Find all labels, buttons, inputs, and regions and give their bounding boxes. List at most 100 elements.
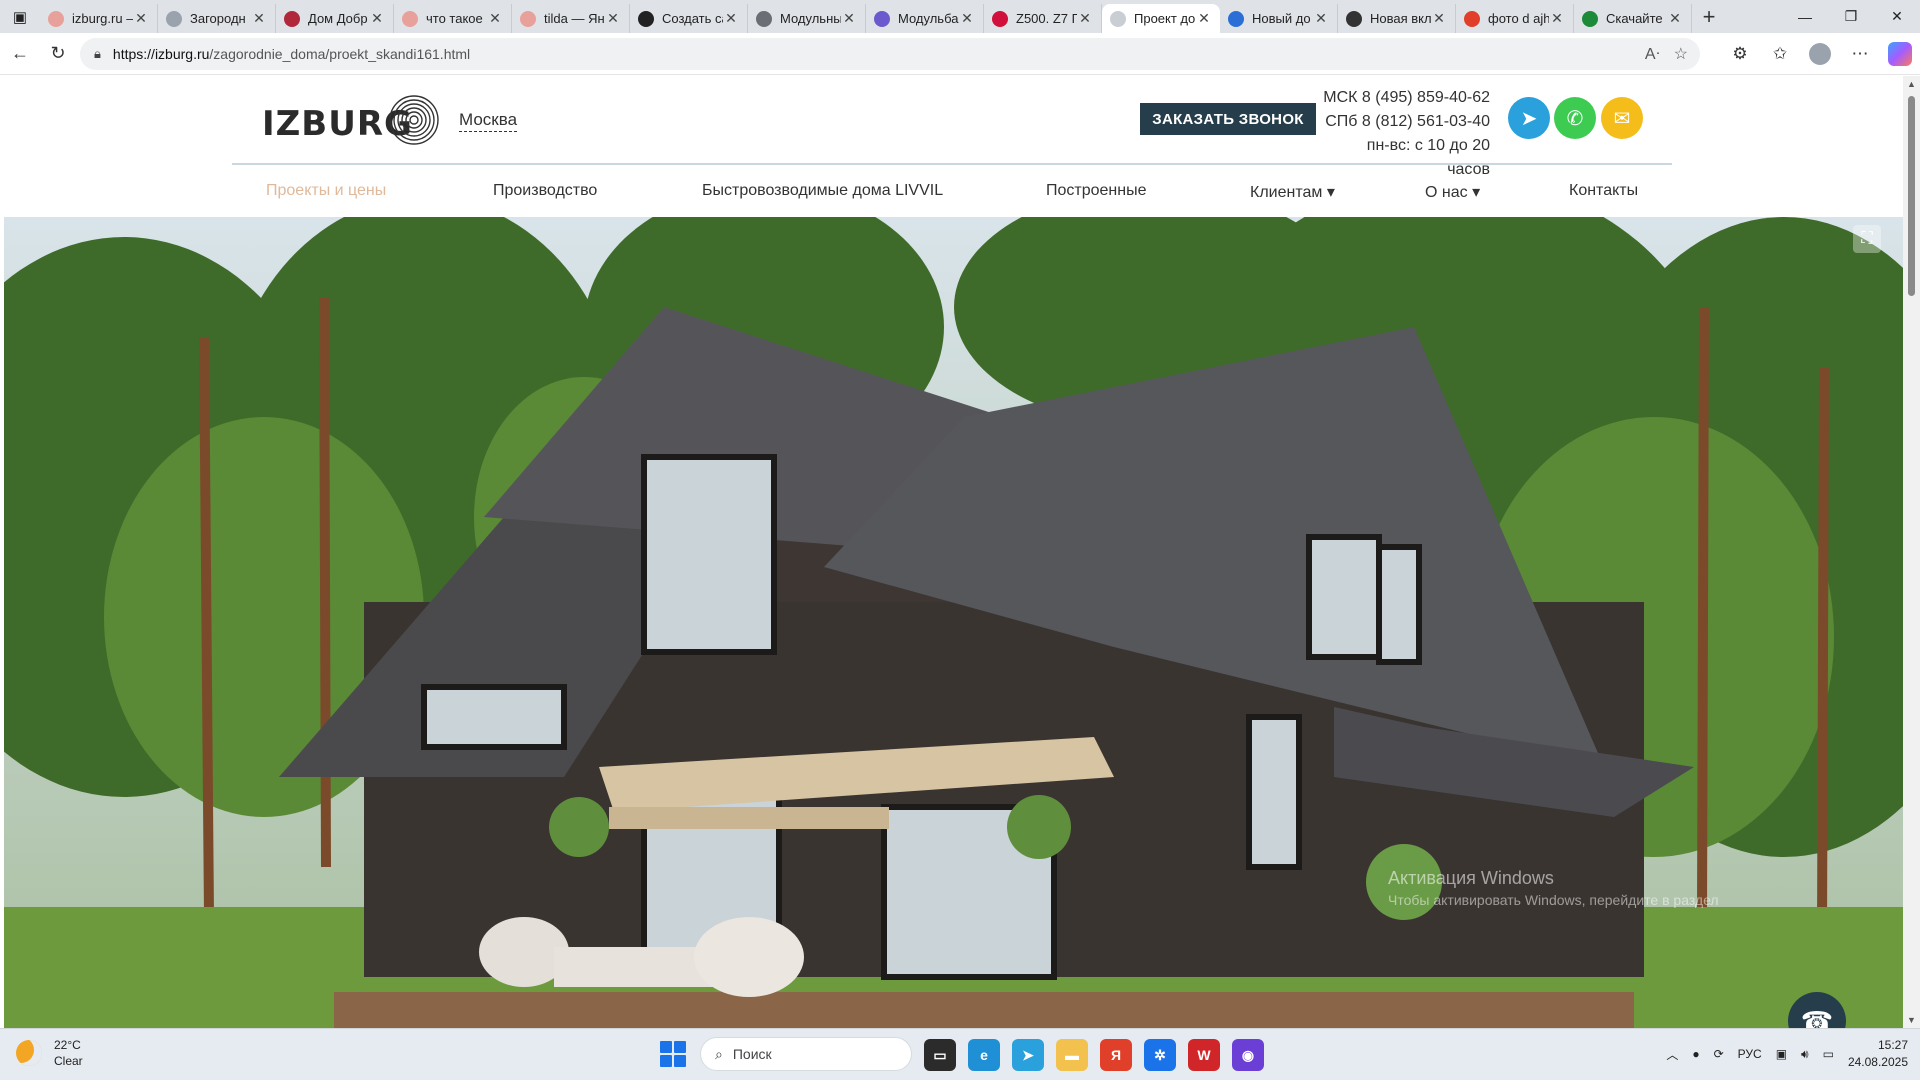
- language-indicator[interactable]: РУС: [1738, 1047, 1762, 1061]
- tab-favicon-icon: [756, 10, 772, 27]
- tab-close-icon[interactable]: ✕: [723, 10, 739, 27]
- browser-tab[interactable]: фото d ajh ✕: [1456, 4, 1574, 33]
- copilot-icon[interactable]: [1888, 42, 1912, 66]
- windows-activation-text: Чтобы активировать Windows, перейдите в …: [1388, 892, 1719, 908]
- network-icon[interactable]: ▣: [1776, 1047, 1787, 1061]
- browser-tab[interactable]: что такое ✕: [394, 4, 512, 33]
- browser-tab[interactable]: Дом Добр ✕: [276, 4, 394, 33]
- minimize-icon[interactable]: —: [1782, 0, 1828, 33]
- whatsapp-icon[interactable]: ✆: [1554, 97, 1596, 139]
- tab-close-icon[interactable]: ✕: [1313, 10, 1329, 27]
- wps-office-icon[interactable]: W: [1188, 1039, 1220, 1071]
- weather-widget[interactable]: 22°C Clear: [16, 1037, 83, 1069]
- web-page: IZBURG Москва ЗАКАЗАТЬ ЗВОНОК МСК 8 (495…: [0, 76, 1903, 1028]
- restore-icon[interactable]: ❐: [1828, 0, 1874, 33]
- favorites-icon[interactable]: ✩: [1760, 38, 1800, 70]
- telegram-app-icon[interactable]: ➤: [1012, 1039, 1044, 1071]
- tab-close-icon[interactable]: ✕: [487, 10, 503, 27]
- tab-label: фото d ajh: [1488, 11, 1549, 26]
- favorite-star-icon[interactable]: ☆: [1674, 44, 1688, 64]
- nav-livvil[interactable]: Быстровозводимые дома LIVVIL: [702, 182, 943, 200]
- start-button[interactable]: [660, 1041, 686, 1067]
- tray-sync-icon[interactable]: ⟳: [1714, 1047, 1724, 1061]
- system-tray: ︿ ● ⟳ РУС ▣ 🔊︎ ▭ 15:27 24.08.2025: [1666, 1037, 1908, 1071]
- nav-production[interactable]: Производство: [493, 182, 597, 200]
- tab-close-icon[interactable]: ✕: [1667, 10, 1683, 27]
- browser-tab[interactable]: Z500. Z7 П ✕: [984, 4, 1102, 33]
- phone-msk[interactable]: МСК 8 (495) 859-40-62: [1320, 86, 1490, 110]
- weather-condition: Clear: [54, 1054, 83, 1068]
- task-view-icon[interactable]: ▭: [924, 1039, 956, 1071]
- telegram-icon[interactable]: ➤: [1508, 97, 1550, 139]
- tab-actions-menu-icon[interactable]: ▣: [0, 0, 40, 33]
- phone-spb[interactable]: СПб 8 (812) 561-03-40: [1320, 110, 1490, 134]
- browser-tab[interactable]: Скачайте ✕: [1574, 4, 1692, 33]
- battery-icon[interactable]: ▭: [1823, 1047, 1834, 1061]
- tab-label: Загородн: [190, 11, 246, 26]
- browser-tab[interactable]: izburg.ru – ✕: [40, 4, 158, 33]
- file-explorer-icon[interactable]: ▬: [1056, 1039, 1088, 1071]
- yandex-browser-icon[interactable]: Я: [1100, 1039, 1132, 1071]
- page-scrollbar[interactable]: ▲ ▼: [1903, 76, 1920, 1028]
- back-button[interactable]: ←: [2, 36, 38, 72]
- tab-close-icon[interactable]: ✕: [959, 10, 975, 27]
- browser-tab[interactable]: Модульны ✕: [748, 4, 866, 33]
- tab-close-icon[interactable]: ✕: [1077, 10, 1093, 27]
- browser-tab[interactable]: Новый до ✕: [1220, 4, 1338, 33]
- nav-built[interactable]: Построенные: [1046, 182, 1147, 200]
- browser-tab[interactable]: tilda — Ян ✕: [512, 4, 630, 33]
- tab-favicon-icon: [284, 10, 300, 27]
- browser-tab[interactable]: Создать са ✕: [630, 4, 748, 33]
- scroll-down-icon[interactable]: ▼: [1907, 1015, 1916, 1025]
- close-window-icon[interactable]: ✕: [1874, 0, 1920, 33]
- tab-label: Новая вкл: [1370, 11, 1431, 26]
- fullscreen-icon[interactable]: ⛶: [1853, 225, 1881, 253]
- tab-close-icon[interactable]: ✕: [605, 10, 621, 27]
- window-controls: — ❐ ✕: [1782, 0, 1920, 33]
- reload-button[interactable]: ↻: [40, 36, 76, 72]
- browser-tab[interactable]: Модульба ✕: [866, 4, 984, 33]
- nav-about[interactable]: О нас ▾: [1425, 182, 1480, 202]
- city-selector[interactable]: Москва: [459, 110, 518, 132]
- edge-icon[interactable]: e: [968, 1039, 1000, 1071]
- nav-clients[interactable]: Клиентам ▾: [1250, 182, 1335, 202]
- tab-label: Модульба: [898, 11, 959, 26]
- address-bar[interactable]: 🔒︎ https://izburg.ru/zagorodnie_doma/pro…: [80, 38, 1700, 70]
- nav-contacts[interactable]: Контакты: [1569, 182, 1638, 200]
- new-tab-button[interactable]: +: [1692, 0, 1726, 33]
- chevron-up-icon[interactable]: ︿: [1666, 1046, 1678, 1063]
- tray-app-icon[interactable]: ●: [1692, 1047, 1699, 1061]
- read-aloud-icon[interactable]: Aᐧ: [1645, 44, 1660, 64]
- scroll-thumb[interactable]: [1908, 96, 1915, 296]
- alice-icon[interactable]: ◉: [1232, 1039, 1264, 1071]
- volume-icon[interactable]: 🔊︎: [1801, 1047, 1809, 1062]
- tab-close-icon[interactable]: ✕: [1431, 10, 1447, 27]
- taskbar-search[interactable]: ⌕ Поиск: [700, 1037, 912, 1071]
- extensions-icon[interactable]: ⚙: [1720, 38, 1760, 70]
- tab-close-icon[interactable]: ✕: [841, 10, 857, 27]
- tab-label: Дом Добр: [308, 11, 368, 26]
- butterfly-app-icon[interactable]: ✲: [1144, 1039, 1176, 1071]
- more-menu-icon[interactable]: ⋯: [1840, 38, 1880, 70]
- email-icon[interactable]: ✉: [1601, 97, 1643, 139]
- site-header: IZBURG Москва ЗАКАЗАТЬ ЗВОНОК МСК 8 (495…: [0, 76, 1903, 178]
- clock[interactable]: 15:27 24.08.2025: [1848, 1037, 1908, 1071]
- tab-favicon-icon: [1582, 10, 1598, 27]
- pinned-apps: ▭ e ➤ ▬ Я ✲ W ◉: [924, 1039, 1264, 1071]
- tab-close-icon[interactable]: ✕: [1549, 10, 1565, 27]
- tab-close-icon[interactable]: ✕: [369, 10, 385, 27]
- tab-label: Модульны: [780, 11, 841, 26]
- browser-tab[interactable]: Новая вкл ✕: [1338, 4, 1456, 33]
- browser-tab[interactable]: Проект до ✕: [1102, 4, 1220, 33]
- tab-close-icon[interactable]: ✕: [133, 10, 149, 27]
- nav-projects[interactable]: Проекты и цены: [266, 182, 386, 200]
- windows-activation-title: Активация Windows: [1388, 868, 1554, 888]
- tab-close-icon[interactable]: ✕: [1196, 10, 1212, 27]
- tab-close-icon[interactable]: ✕: [251, 10, 267, 27]
- browser-tab[interactable]: Загородн ✕: [158, 4, 276, 33]
- tab-favicon-icon: [166, 10, 182, 27]
- tab-label: Скачайте: [1606, 11, 1663, 26]
- profile-avatar[interactable]: [1809, 43, 1831, 65]
- order-call-button[interactable]: ЗАКАЗАТЬ ЗВОНОК: [1140, 103, 1316, 135]
- scroll-up-icon[interactable]: ▲: [1907, 79, 1916, 89]
